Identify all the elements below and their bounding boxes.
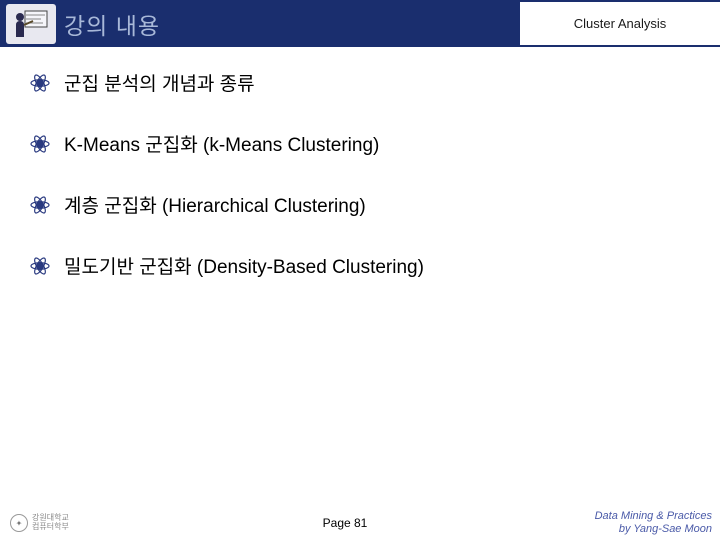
- bullet-item: 계층 군집화 (Hierarchical Clustering): [30, 191, 690, 218]
- presenter-icon: [6, 4, 56, 44]
- bullet-icon: [30, 134, 50, 154]
- slide-subtitle: Cluster Analysis: [574, 16, 666, 31]
- slide-title: 강의 내용: [64, 7, 160, 41]
- title-bar-right: Cluster Analysis: [520, 0, 720, 47]
- bullet-text: 계층 군집화 (Hierarchical Clustering): [64, 191, 366, 218]
- bullet-icon: [30, 195, 50, 215]
- bullet-icon: [30, 73, 50, 93]
- slide: 강의 내용 Cluster Analysis 군집 분석의 개념과 종류: [0, 0, 720, 540]
- footer-left: ✦ 강원대학교 컴퓨터학부: [0, 514, 140, 532]
- university-name: 강원대학교 컴퓨터학부: [32, 514, 69, 532]
- footer-credit: Data Mining & Practices by Yang-Sae Moon: [550, 510, 720, 536]
- footer: ✦ 강원대학교 컴퓨터학부 Page 81 Data Mining & Prac…: [0, 506, 720, 540]
- bullet-item: 군집 분석의 개념과 종류: [30, 69, 690, 96]
- title-bar-left: 강의 내용: [0, 0, 520, 47]
- bullet-icon: [30, 256, 50, 276]
- university-logo-icon: ✦: [10, 514, 28, 532]
- content-area: 군집 분석의 개념과 종류 K-Means 군집화 (k-Means Clust…: [0, 47, 720, 279]
- bullet-text: 군집 분석의 개념과 종류: [64, 69, 255, 96]
- title-bar: 강의 내용 Cluster Analysis: [0, 0, 720, 47]
- bullet-text: K-Means 군집화 (k-Means Clustering): [64, 130, 379, 157]
- bullet-item: 밀도기반 군집화 (Density-Based Clustering): [30, 252, 690, 279]
- page-number: Page 81: [140, 516, 550, 530]
- bullet-text: 밀도기반 군집화 (Density-Based Clustering): [64, 252, 424, 279]
- university-name-line2: 컴퓨터학부: [32, 523, 69, 532]
- bullet-item: K-Means 군집화 (k-Means Clustering): [30, 130, 690, 157]
- credit-line2: by Yang-Sae Moon: [550, 523, 712, 536]
- credit-line1: Data Mining & Practices: [550, 510, 712, 523]
